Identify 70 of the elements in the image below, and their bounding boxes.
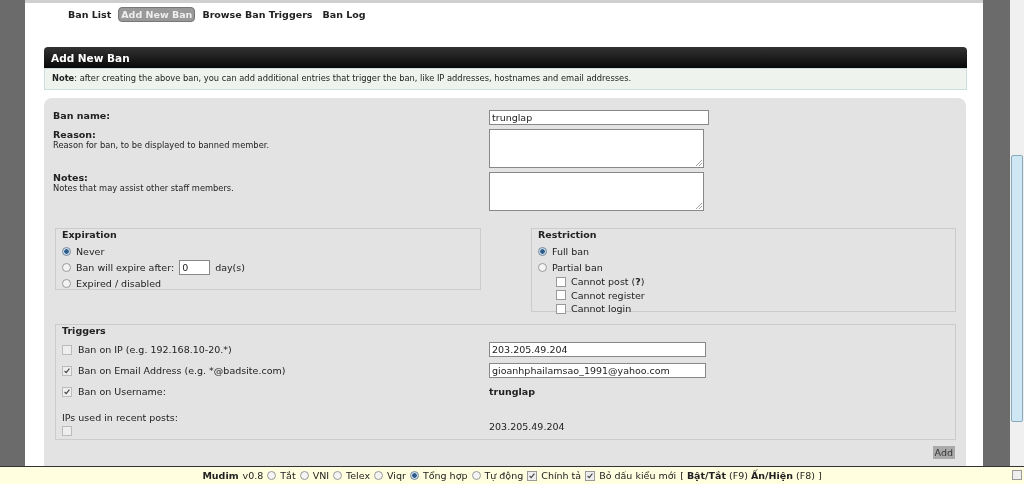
hotkeys-text: [ Bật/Tắt (F9) Ấn/Hiện (F8) ] [680, 470, 822, 481]
input-field[interactable]: trunglap [489, 110, 709, 125]
option-label: Cannot post (?) [571, 276, 645, 288]
mode-label: Tự động [484, 470, 524, 481]
section-header: Add New Ban [44, 47, 967, 68]
checkbox[interactable] [556, 303, 566, 314]
mode-label: Viqr [387, 470, 406, 481]
input-field[interactable]: 203.205.49.204 [489, 342, 706, 357]
radio-button[interactable] [374, 471, 384, 480]
checkbox[interactable] [62, 344, 72, 355]
scrollbar-thumb[interactable] [1011, 155, 1023, 422]
option-label: Expired / disabled [76, 277, 162, 289]
username-text: trunglap [489, 386, 536, 397]
checkbox[interactable] [556, 290, 566, 301]
add-button[interactable]: Add [932, 446, 955, 459]
checkbox[interactable] [527, 470, 538, 481]
input-field[interactable]: gioanhphailamsao_1991@yahoo.com [489, 363, 706, 378]
option-label: Ban on IP (e.g. 192.168.10-20.*) [78, 344, 232, 355]
scrollbar[interactable] [1010, 0, 1024, 466]
unit-label: day(s) [215, 261, 245, 273]
text-area[interactable] [489, 172, 704, 211]
group-legend: Triggers [62, 325, 109, 336]
mode-label: Tổng hợp [422, 470, 468, 481]
resize-grip-icon[interactable] [696, 160, 702, 166]
radio-button[interactable] [333, 471, 343, 480]
option-label: Ban on Email Address (e.g. *@badsite.com) [78, 365, 286, 376]
field-label: Reason: [53, 129, 97, 140]
checkbox[interactable] [585, 470, 596, 481]
mode-label: VNI [312, 470, 330, 481]
resize-grip-icon[interactable] [696, 203, 702, 209]
days-field[interactable]: 0 [179, 259, 211, 275]
radio-button[interactable] [62, 278, 71, 288]
option-label: Cannot login [571, 303, 632, 315]
radio-button[interactable] [62, 262, 71, 272]
option-label: Bỏ dấu kiểu mới [599, 470, 677, 481]
field-label: Notes: [53, 172, 89, 183]
text-area[interactable] [489, 129, 704, 168]
note-text: Note: after creating the above ban, you can add additional entries that trigger the ban, like IP addresses, hostnames and email addresses. [44, 68, 967, 90]
app-name: Mudim [202, 470, 239, 481]
radio-button[interactable] [538, 246, 547, 256]
minimize-button[interactable] [1012, 470, 1022, 480]
group-legend: Expiration [62, 229, 120, 240]
checkbox[interactable] [62, 365, 72, 376]
option-label: Chính tả [541, 470, 582, 481]
radio-button[interactable] [471, 471, 481, 480]
mode-label: Tắt [280, 470, 296, 481]
checkbox[interactable] [556, 276, 566, 287]
option-label: IPs used in recent posts: [62, 412, 178, 423]
tab[interactable]: Ban Log [319, 7, 369, 22]
tab[interactable]: Browse Ban Triggers [199, 7, 316, 22]
radio-button[interactable] [267, 471, 277, 480]
checkbox[interactable] [62, 386, 72, 397]
option-label: Full ban [552, 245, 590, 257]
option-label: Ban on Username: [78, 386, 166, 397]
option-label: Partial ban [552, 261, 603, 273]
radio-button[interactable] [409, 471, 419, 480]
radio-button[interactable] [299, 471, 309, 480]
checkbox[interactable] [62, 426, 72, 436]
version-text: v0.8 [242, 470, 264, 481]
field-description: Notes that may assist other staff members. [53, 183, 235, 193]
mode-label: Telex [346, 470, 371, 481]
option-label: Never [76, 245, 105, 257]
radio-button[interactable] [538, 262, 547, 272]
option-label: Ban will expire after: [76, 261, 175, 273]
radio-button[interactable] [62, 246, 71, 256]
tab[interactable]: Ban List [65, 7, 115, 22]
field-description: Reason for ban, to be displayed to banned member. [53, 140, 271, 150]
option-label: Cannot register [571, 289, 645, 301]
ip-address: 203.205.49.204 [489, 421, 565, 434]
field-label: Ban name: [53, 110, 112, 121]
